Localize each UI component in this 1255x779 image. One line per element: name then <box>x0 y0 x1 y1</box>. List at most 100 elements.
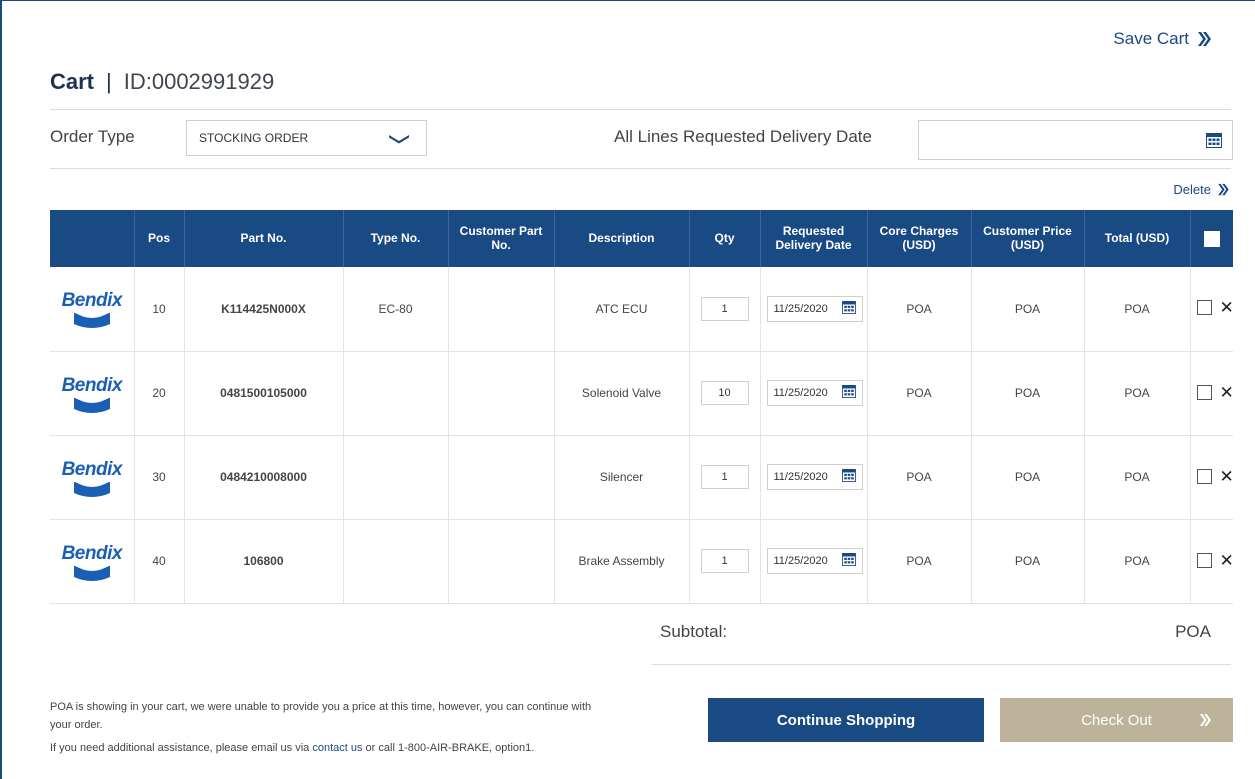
part-no-link[interactable]: 0484210008000 <box>184 435 344 520</box>
col-qty: Qty <box>689 210 761 267</box>
core-charges-cell: POA <box>867 267 972 352</box>
help-suffix: or call 1-800-AIR-BRAKE, option1. <box>365 742 535 754</box>
row-actions-cell: ✕ <box>1190 519 1234 604</box>
col-requested-delivery-date: Requested Delivery Date <box>760 210 868 267</box>
pos-cell: 30 <box>134 435 185 520</box>
continue-shopping-button[interactable]: Continue Shopping <box>708 698 984 742</box>
customer-price-cell: POA <box>971 267 1085 352</box>
divider <box>50 168 1231 169</box>
subtotal-value: POA <box>1175 622 1211 641</box>
core-charges-cell: POA <box>867 435 972 520</box>
type-no-cell <box>343 435 449 520</box>
row-select-checkbox[interactable] <box>1196 468 1212 484</box>
customer-price-cell: POA <box>971 519 1085 604</box>
qty-cell <box>689 435 761 520</box>
description-cell: Silencer <box>554 435 690 520</box>
table-row: Bendix 10K114425N000XEC-80 ATC ECU 11/25/20… <box>50 267 1234 352</box>
pos-cell: 10 <box>134 267 185 352</box>
divider <box>652 664 1231 665</box>
delivery-date-cell: 11/25/2020 <box>760 267 868 352</box>
qty-cell <box>689 267 761 352</box>
row-select-checkbox[interactable] <box>1196 300 1212 316</box>
bendix-logo: Bendix <box>60 371 124 413</box>
bendix-logo: Bendix <box>60 539 124 581</box>
close-icon[interactable]: ✕ <box>1220 299 1234 316</box>
bendix-logo: Bendix <box>60 455 124 497</box>
row-delivery-date-input[interactable]: 11/25/2020 <box>766 380 863 406</box>
page-title: Cart | ID:0002991929 <box>50 69 274 95</box>
type-no-cell <box>343 351 449 436</box>
table-row: Bendix 300484210008000 Silencer 11/25/2020 P… <box>50 435 1234 520</box>
row-delivery-date-input[interactable]: 11/25/2020 <box>766 464 863 490</box>
row-delivery-date-value: 11/25/2020 <box>773 555 828 567</box>
row-delivery-date-value: 11/25/2020 <box>773 387 828 399</box>
total-cell: POA <box>1084 267 1191 352</box>
continue-shopping-label: Continue Shopping <box>776 711 916 729</box>
brand-name: Bendix <box>61 458 123 480</box>
brand-name: Bendix <box>61 374 123 396</box>
core-charges-cell: POA <box>867 519 972 604</box>
delete-link[interactable]: Delete <box>1173 182 1229 197</box>
subtotal-label: Subtotal: <box>660 622 728 641</box>
calendar-icon[interactable] <box>841 300 856 317</box>
calendar-icon[interactable] <box>841 553 856 569</box>
pos-cell: 20 <box>134 351 185 436</box>
table-header-row: Pos Part No. Type No. Customer Part No. … <box>50 210 1233 267</box>
customer-part-no-cell <box>448 267 555 352</box>
close-icon[interactable]: ✕ <box>1220 468 1234 485</box>
calendar-icon[interactable] <box>841 385 856 401</box>
close-icon[interactable]: ✕ <box>1220 384 1234 401</box>
order-type-select[interactable]: STOCKING ORDER <box>186 120 427 156</box>
qty-input[interactable] <box>700 296 749 321</box>
customer-price-cell: POA <box>971 435 1085 520</box>
col-core-charges: Core Charges (USD) <box>867 210 972 267</box>
type-no-cell: EC-80 <box>343 267 449 352</box>
col-type-no: Type No. <box>343 210 449 267</box>
bendix-logo: Bendix <box>60 286 124 329</box>
all-lines-delivery-date-input[interactable] <box>918 120 1233 160</box>
select-all-checkbox[interactable] <box>1203 230 1220 247</box>
brand-logo-cell: Bendix <box>50 351 135 436</box>
cart-table: Pos Part No. Type No. Customer Part No. … <box>50 210 1234 604</box>
col-customer-part-no: Customer Part No. <box>448 210 555 267</box>
delivery-date-cell: 11/25/2020 <box>760 435 868 520</box>
part-no-link[interactable]: 0481500105000 <box>184 351 344 436</box>
col-brand <box>50 210 135 267</box>
help-message: If you need additional assistance, pleas… <box>50 742 534 754</box>
brand-logo-cell: Bendix <box>50 519 135 604</box>
total-cell: POA <box>1084 519 1191 604</box>
close-icon[interactable]: ✕ <box>1220 552 1234 569</box>
customer-part-no-cell <box>448 519 555 604</box>
row-select-checkbox[interactable] <box>1196 552 1212 568</box>
delete-label: Delete <box>1173 182 1211 197</box>
qty-input[interactable] <box>700 381 749 405</box>
double-chevron-right-icon <box>1217 183 1229 196</box>
row-delivery-date-input[interactable]: 11/25/2020 <box>766 295 863 322</box>
divider <box>50 109 1231 110</box>
row-actions-cell: ✕ <box>1190 267 1234 352</box>
calendar-icon[interactable] <box>841 469 856 485</box>
save-cart-link[interactable]: Save Cart <box>1113 29 1211 49</box>
col-customer-price: Customer Price (USD) <box>971 210 1085 267</box>
calendar-icon[interactable] <box>1206 133 1222 153</box>
qty-input[interactable] <box>700 549 749 573</box>
qty-cell <box>689 519 761 604</box>
contact-us-link[interactable]: contact us <box>312 742 362 754</box>
brand-logo-cell: Bendix <box>50 435 135 520</box>
col-pos: Pos <box>134 210 185 267</box>
check-out-label: Check Out <box>1081 711 1152 729</box>
total-cell: POA <box>1084 351 1191 436</box>
qty-input[interactable] <box>700 465 749 489</box>
check-out-button[interactable]: Check Out <box>1000 698 1233 742</box>
row-actions-cell: ✕ <box>1190 351 1234 436</box>
row-select-checkbox[interactable] <box>1196 384 1212 400</box>
poa-message: POA is showing in your cart, we were una… <box>50 701 592 731</box>
customer-part-no-cell <box>448 435 555 520</box>
table-row: Bendix 40106800 Brake Assembly 11/25/2020 PO… <box>50 519 1234 604</box>
customer-part-no-cell <box>448 351 555 436</box>
part-no-link[interactable]: 106800 <box>184 519 344 604</box>
part-no-link[interactable]: K114425N000X <box>184 267 344 352</box>
row-delivery-date-input[interactable]: 11/25/2020 <box>766 548 863 574</box>
pos-cell: 40 <box>134 519 185 604</box>
cart-page: Save Cart Cart | ID:0002991929 Order Type … <box>0 0 1255 779</box>
